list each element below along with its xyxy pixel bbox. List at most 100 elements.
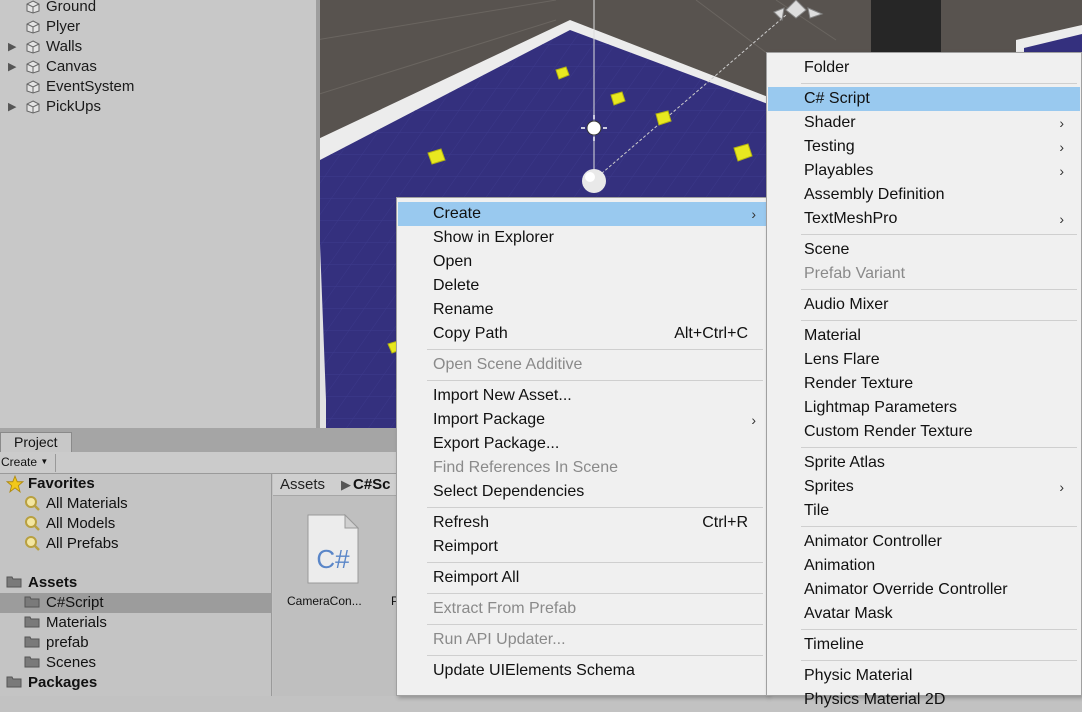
create-item-material[interactable]: Material	[768, 324, 1080, 348]
create-item-playables[interactable]: Playables ›	[768, 159, 1080, 183]
folder-materials[interactable]: Materials	[0, 613, 272, 633]
create-item-physics-material-2d[interactable]: Physics Material 2D	[768, 688, 1080, 712]
menu-item-open[interactable]: Open	[398, 250, 766, 274]
menu-item-reimport[interactable]: Reimport	[398, 535, 766, 559]
menu-item-label: Animation	[804, 557, 876, 574]
create-item-lens-flare[interactable]: Lens Flare	[768, 348, 1080, 372]
menu-item-label: Delete	[433, 277, 480, 294]
menu-item-label: Export Package...	[433, 435, 560, 452]
create-item-sprites[interactable]: Sprites ›	[768, 475, 1080, 499]
breadcrumb-separator-icon: ▶	[341, 477, 351, 492]
create-item-custom-render-texture[interactable]: Custom Render Texture	[768, 420, 1080, 444]
breadcrumb-assets[interactable]: Assets	[280, 474, 325, 496]
menu-item-copy-path[interactable]: Copy Path Alt+Ctrl+C	[398, 322, 766, 346]
menu-item-label: Physic Material	[804, 667, 913, 684]
favorites-header[interactable]: Favorites	[0, 474, 272, 494]
csharp-file-icon-text: C#	[316, 544, 350, 574]
menu-item-label: Assembly Definition	[804, 186, 945, 203]
expand-arrow-icon[interactable]: ▶	[8, 37, 16, 57]
menu-item-label: Lens Flare	[804, 351, 880, 368]
assets-header[interactable]: Assets	[0, 573, 272, 593]
folder-icon	[6, 574, 22, 588]
create-item-animator-override-controller[interactable]: Animator Override Controller	[768, 578, 1080, 602]
create-item-tile[interactable]: Tile	[768, 499, 1080, 523]
menu-item-create[interactable]: Create ›	[398, 202, 766, 226]
create-item-sprite-atlas[interactable]: Sprite Atlas	[768, 451, 1080, 475]
create-item-physic-material[interactable]: Physic Material	[768, 664, 1080, 688]
create-item-shader[interactable]: Shader ›	[768, 111, 1080, 135]
tree-item-label: All Models	[46, 515, 116, 532]
menu-separator	[801, 526, 1077, 527]
folder-icon	[24, 634, 40, 648]
hierarchy-item-plyer[interactable]: Plyer	[0, 17, 316, 37]
folder-c-script[interactable]: C#Script	[0, 593, 272, 613]
menu-item-label: Animator Override Controller	[804, 581, 1008, 598]
menu-item-delete[interactable]: Delete	[398, 274, 766, 298]
folder-scenes[interactable]: Scenes	[0, 653, 272, 673]
hierarchy-item-walls[interactable]: ▶ Walls	[0, 37, 316, 57]
hierarchy-item-label: Canvas	[46, 58, 97, 75]
menu-item-extract-from-prefab[interactable]: Extract From Prefab	[398, 597, 766, 621]
gameobject-cube-icon	[26, 20, 40, 34]
create-item-render-texture[interactable]: Render Texture	[768, 372, 1080, 396]
menu-item-import-package[interactable]: Import Package ›	[398, 408, 766, 432]
packages-header[interactable]: Packages	[0, 673, 272, 693]
menu-item-run-api-updater[interactable]: Run API Updater...	[398, 628, 766, 652]
create-item-c-script[interactable]: C# Script	[768, 87, 1080, 111]
file-label[interactable]: CameraCon...	[287, 594, 362, 608]
menu-item-label: Playables	[804, 162, 874, 179]
folder-prefab[interactable]: prefab	[0, 633, 272, 653]
breadcrumb-current[interactable]: C#Sc	[353, 474, 391, 496]
csharp-file-icon[interactable]: C#	[307, 513, 360, 584]
tree-item-label: All Prefabs	[46, 535, 119, 552]
menu-item-label: Audio Mixer	[804, 296, 889, 313]
menu-item-import-new-asset[interactable]: Import New Asset...	[398, 384, 766, 408]
folder-icon	[24, 654, 40, 668]
menu-separator	[427, 349, 763, 350]
menu-separator	[427, 562, 763, 563]
menu-item-update-uielements-schema[interactable]: Update UIElements Schema	[398, 659, 766, 683]
toolbar-divider	[55, 454, 56, 472]
menu-item-find-references-in-scene[interactable]: Find References In Scene	[398, 456, 766, 480]
create-submenu: Folder C# Script Shader › Testing › Playables ›…	[766, 52, 1082, 708]
menu-item-open-scene-additive[interactable]: Open Scene Additive	[398, 353, 766, 377]
create-dropdown-button[interactable]: Create ▼	[0, 455, 48, 469]
tab-project[interactable]: Project	[0, 432, 72, 452]
create-item-folder[interactable]: Folder	[768, 56, 1080, 80]
hierarchy-item-pickups[interactable]: ▶ PickUps	[0, 97, 316, 117]
create-item-scene[interactable]: Scene	[768, 238, 1080, 262]
create-item-textmeshpro[interactable]: TextMeshPro ›	[768, 207, 1080, 231]
menu-item-label: Copy Path	[433, 325, 508, 342]
create-item-testing[interactable]: Testing ›	[768, 135, 1080, 159]
menu-item-refresh[interactable]: Refresh Ctrl+R	[398, 511, 766, 535]
expand-arrow-icon[interactable]: ▶	[8, 57, 16, 77]
create-item-animation[interactable]: Animation	[768, 554, 1080, 578]
menu-item-select-dependencies[interactable]: Select Dependencies	[398, 480, 766, 504]
hierarchy-item-eventsystem[interactable]: EventSystem	[0, 77, 316, 97]
gameobject-cube-icon	[26, 80, 40, 94]
create-item-audio-mixer[interactable]: Audio Mixer	[768, 293, 1080, 317]
hierarchy-item-label: EventSystem	[46, 78, 135, 95]
favorite-all-prefabs[interactable]: All Prefabs	[0, 534, 272, 554]
create-item-timeline[interactable]: Timeline	[768, 633, 1080, 657]
create-item-animator-controller[interactable]: Animator Controller	[768, 530, 1080, 554]
submenu-arrow-icon: ›	[751, 206, 756, 222]
expand-arrow-icon[interactable]: ▶	[8, 97, 16, 117]
menu-item-label: Show in Explorer	[433, 229, 554, 246]
menu-separator	[801, 289, 1077, 290]
hierarchy-item-ground[interactable]: Ground	[0, 0, 316, 17]
menu-item-rename[interactable]: Rename	[398, 298, 766, 322]
menu-item-show-in-explorer[interactable]: Show in Explorer	[398, 226, 766, 250]
favorite-all-models[interactable]: All Models	[0, 514, 272, 534]
create-item-lightmap-parameters[interactable]: Lightmap Parameters	[768, 396, 1080, 420]
tree-item-label: Assets	[28, 574, 78, 591]
hierarchy-item-canvas[interactable]: ▶ Canvas	[0, 57, 316, 77]
menu-item-label: TextMeshPro	[804, 210, 898, 227]
favorite-all-materials[interactable]: All Materials	[0, 494, 272, 514]
panel-divider[interactable]	[316, 0, 320, 428]
create-item-avatar-mask[interactable]: Avatar Mask	[768, 602, 1080, 626]
create-item-prefab-variant[interactable]: Prefab Variant	[768, 262, 1080, 286]
menu-item-reimport-all[interactable]: Reimport All	[398, 566, 766, 590]
create-item-assembly-definition[interactable]: Assembly Definition	[768, 183, 1080, 207]
menu-item-export-package[interactable]: Export Package...	[398, 432, 766, 456]
